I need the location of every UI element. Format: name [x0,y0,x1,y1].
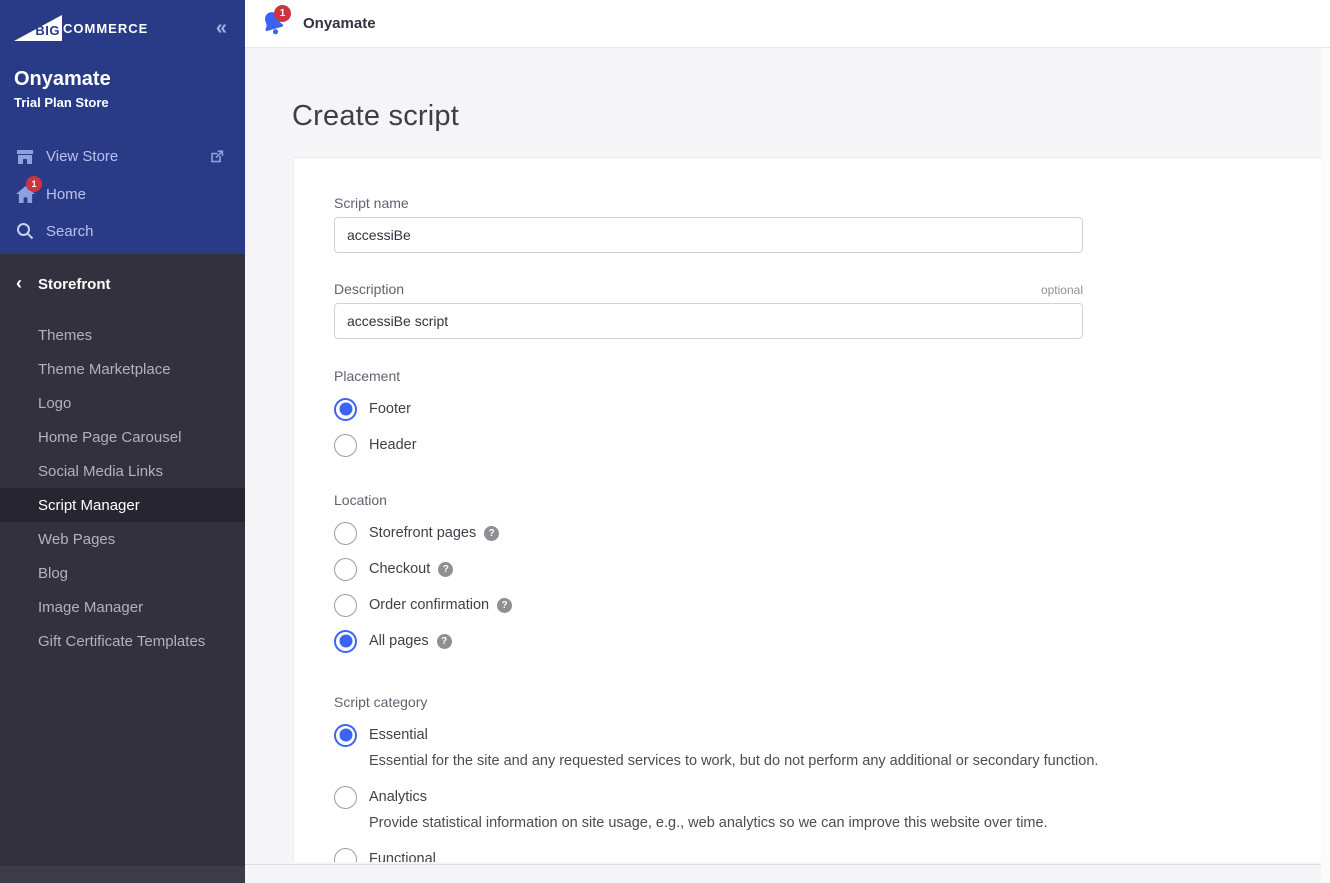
sidebar-item-logo[interactable]: Logo [0,386,245,420]
placement-group: Placement Footer Header [334,368,1330,463]
sidebar-store-section: BIG COMMERCE « Onyamate Trial Plan Store… [0,0,245,254]
notification-badge: 1 [274,5,291,22]
sidebar-section-storefront[interactable]: ‹ Storefront [0,272,245,296]
script-category-label: Script category [334,694,1330,710]
sidebar-item-gift-certificate-templates[interactable]: Gift Certificate Templates [0,624,245,658]
scrollbar-track[interactable] [1321,48,1330,883]
search-icon [14,221,36,241]
sidebar-item-home-page-carousel[interactable]: Home Page Carousel [0,420,245,454]
radio-essential[interactable] [334,724,357,747]
radio-header[interactable] [334,434,357,457]
storefront-subnav: Themes Theme Marketplace Logo Home Page … [0,318,245,658]
sidebar-item-themes[interactable]: Themes [0,318,245,352]
sidebar-item-script-manager[interactable]: Script Manager [0,488,245,522]
sidebar-item-label: Home [46,186,86,203]
category-option-functional[interactable]: Functional [334,841,1330,862]
storefront-icon [14,146,36,166]
sidebar-item-theme-marketplace[interactable]: Theme Marketplace [0,352,245,386]
sidebar-item-label: Search [46,223,94,240]
sidebar-item-image-manager[interactable]: Image Manager [0,590,245,624]
placement-option-footer[interactable]: Footer [334,391,1330,427]
sidebar-item-view-store[interactable]: View Store [0,137,245,175]
home-icon: 1 [14,184,36,204]
essential-description: Essential for the site and any requested… [369,751,1329,771]
description-input[interactable] [334,303,1083,339]
sidebar: BIG COMMERCE « Onyamate Trial Plan Store… [0,0,245,883]
notifications-bell-icon[interactable]: 1 [259,9,289,39]
placement-label: Placement [334,368,1330,384]
radio-storefront-pages[interactable] [334,522,357,545]
script-name-input[interactable] [334,217,1083,253]
topbar: 1 Onyamate [245,0,1330,48]
external-link-icon [205,146,227,166]
location-option-order-confirmation[interactable]: Order confirmation ? [334,587,1330,623]
page-title: Create script [292,100,459,133]
collapse-sidebar-icon[interactable]: « [216,18,235,38]
analytics-description: Provide statistical information on site … [369,813,1329,833]
sidebar-item-blog[interactable]: Blog [0,556,245,590]
location-group: Location Storefront pages ? Checkout ? O… [334,492,1330,659]
store-plan: Trial Plan Store [14,95,111,110]
footer-strip [245,864,1330,883]
description-label: Description [334,281,404,297]
sidebar-item-label: View Store [46,148,118,165]
location-option-checkout[interactable]: Checkout ? [334,551,1330,587]
section-title: Storefront [38,276,111,293]
sidebar-item-search[interactable]: Search [0,212,245,250]
sidebar-bottom-strip [0,866,245,883]
script-name-label: Script name [334,195,1330,211]
sidebar-item-web-pages[interactable]: Web Pages [0,522,245,556]
radio-checkout[interactable] [334,558,357,581]
category-option-analytics[interactable]: Analytics [334,779,1330,815]
radio-order-confirmation[interactable] [334,594,357,617]
home-notification-badge: 1 [26,176,42,192]
logo-text-commerce: COMMERCE [63,21,148,36]
radio-functional[interactable] [334,848,357,863]
location-label: Location [334,492,1330,508]
sidebar-item-home[interactable]: 1 Home [0,175,245,213]
help-icon[interactable]: ? [484,526,499,541]
bigcommerce-logo: BIG COMMERCE [14,15,148,41]
bigcommerce-sail-icon: BIG [14,15,62,41]
logo-text-big: BIG [35,23,60,38]
radio-analytics[interactable] [334,786,357,809]
chevron-left-icon: ‹ [0,274,38,292]
radio-footer[interactable] [334,398,357,421]
radio-all-pages[interactable] [334,630,357,653]
sidebar-item-social-media-links[interactable]: Social Media Links [0,454,245,488]
location-option-all-pages[interactable]: All pages ? [334,623,1330,659]
store-name: Onyamate [14,68,111,91]
script-category-group: Script category Essential Essential for … [334,694,1330,862]
optional-hint: optional [1041,283,1083,297]
topbar-store-name: Onyamate [303,15,376,32]
help-icon[interactable]: ? [497,598,512,613]
placement-option-header[interactable]: Header [334,427,1330,463]
help-icon[interactable]: ? [437,634,452,649]
create-script-form: Script name Description optional Placeme… [293,157,1330,862]
help-icon[interactable]: ? [438,562,453,577]
location-option-storefront-pages[interactable]: Storefront pages ? [334,515,1330,551]
category-option-essential[interactable]: Essential [334,717,1330,753]
